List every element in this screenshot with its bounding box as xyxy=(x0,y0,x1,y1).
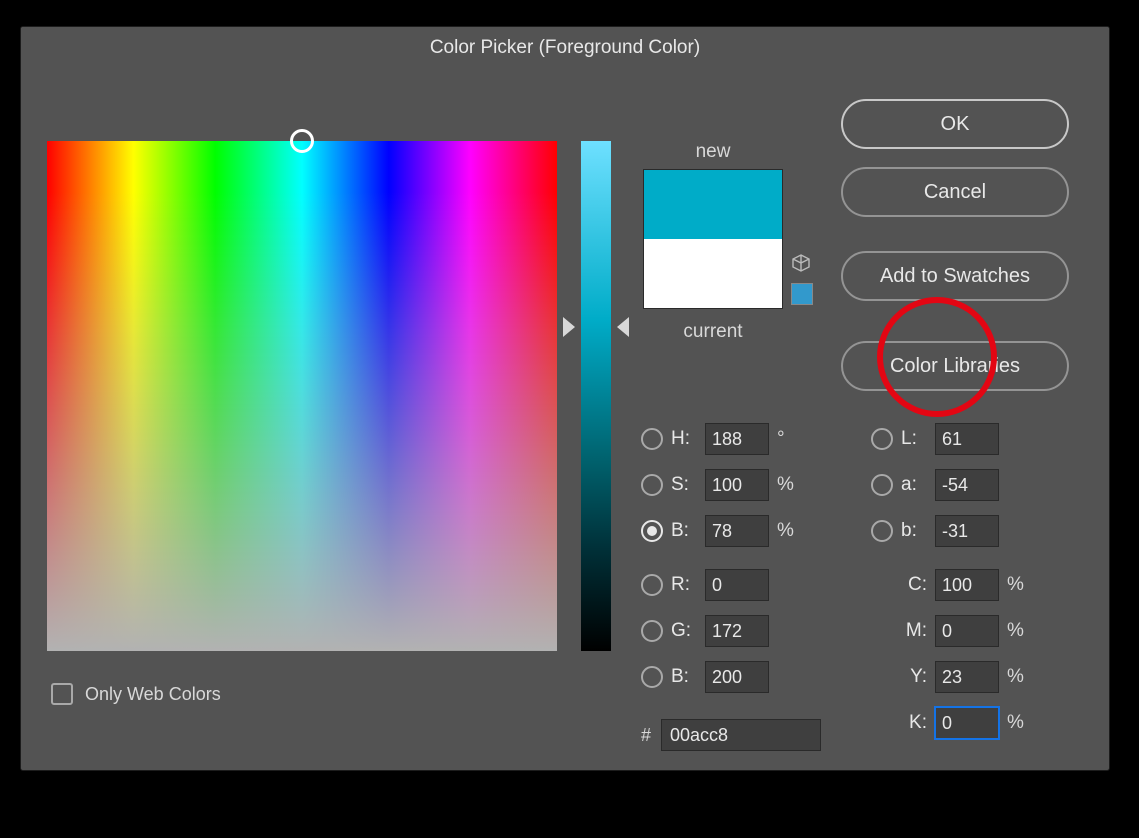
blue-label: B: xyxy=(671,666,697,688)
blue-radio[interactable] xyxy=(641,666,663,688)
add-to-swatches-button[interactable]: Add to Swatches xyxy=(841,251,1069,301)
color-swatch-box xyxy=(643,169,783,309)
hue-unit: ° xyxy=(777,428,785,450)
cyan-unit: % xyxy=(1007,574,1024,596)
dialog-title: Color Picker (Foreground Color) xyxy=(21,27,1109,69)
only-web-colors-label: Only Web Colors xyxy=(85,684,221,705)
ok-button[interactable]: OK xyxy=(841,99,1069,149)
saturation-input[interactable] xyxy=(705,469,769,501)
only-web-colors-checkbox[interactable] xyxy=(51,683,73,705)
black-k-input[interactable] xyxy=(935,707,999,739)
brightness-radio[interactable] xyxy=(641,520,663,542)
color-picker-dialog: Color Picker (Foreground Color) new curr… xyxy=(20,26,1110,771)
black-k-label: K: xyxy=(895,712,927,734)
websafe-color-swatch[interactable] xyxy=(791,283,813,305)
yellow-unit: % xyxy=(1007,666,1024,688)
lab-a-input[interactable] xyxy=(935,469,999,501)
lab-b-label: b: xyxy=(901,520,927,542)
new-color-label: new xyxy=(643,141,783,163)
strip-arrow-left-icon[interactable] xyxy=(563,317,575,337)
strip-arrow-right-icon[interactable] xyxy=(617,317,629,337)
color-field[interactable] xyxy=(47,141,557,651)
blue-input[interactable] xyxy=(705,661,769,693)
yellow-input[interactable] xyxy=(935,661,999,693)
saturation-label: S: xyxy=(671,474,697,496)
black-k-unit: % xyxy=(1007,712,1024,734)
hex-input[interactable] xyxy=(661,719,821,751)
magenta-unit: % xyxy=(1007,620,1024,642)
lab-b-radio[interactable] xyxy=(871,520,893,542)
brightness-input[interactable] xyxy=(705,515,769,547)
saturation-radio[interactable] xyxy=(641,474,663,496)
current-color-swatch[interactable] xyxy=(644,239,782,308)
cancel-button[interactable]: Cancel xyxy=(841,167,1069,217)
dialog-content: new current OK Cancel Add to Swatches Co… xyxy=(21,69,1109,770)
magenta-input[interactable] xyxy=(935,615,999,647)
magenta-label: M: xyxy=(895,620,927,642)
lab-l-radio[interactable] xyxy=(871,428,893,450)
lab-l-label: L: xyxy=(901,428,927,450)
red-input[interactable] xyxy=(705,569,769,601)
brightness-strip[interactable] xyxy=(581,141,611,651)
current-color-label: current xyxy=(643,321,783,343)
lab-b-input[interactable] xyxy=(935,515,999,547)
lab-a-radio[interactable] xyxy=(871,474,893,496)
cyan-label: C: xyxy=(895,574,927,596)
new-color-swatch[interactable] xyxy=(644,170,782,239)
green-label: G: xyxy=(671,620,697,642)
lab-l-input[interactable] xyxy=(935,423,999,455)
color-field-marker[interactable] xyxy=(290,129,314,153)
lab-a-label: a: xyxy=(901,474,927,496)
red-label: R: xyxy=(671,574,697,596)
hue-label: H: xyxy=(671,428,697,450)
green-radio[interactable] xyxy=(641,620,663,642)
cyan-input[interactable] xyxy=(935,569,999,601)
brightness-unit: % xyxy=(777,520,794,542)
gamut-warning-icon[interactable] xyxy=(791,253,811,273)
red-radio[interactable] xyxy=(641,574,663,596)
hue-input[interactable] xyxy=(705,423,769,455)
color-libraries-button[interactable]: Color Libraries xyxy=(841,341,1069,391)
green-input[interactable] xyxy=(705,615,769,647)
brightness-label: B: xyxy=(671,520,697,542)
saturation-unit: % xyxy=(777,474,794,496)
hex-prefix-label: # xyxy=(641,725,651,746)
yellow-label: Y: xyxy=(895,666,927,688)
hue-radio[interactable] xyxy=(641,428,663,450)
